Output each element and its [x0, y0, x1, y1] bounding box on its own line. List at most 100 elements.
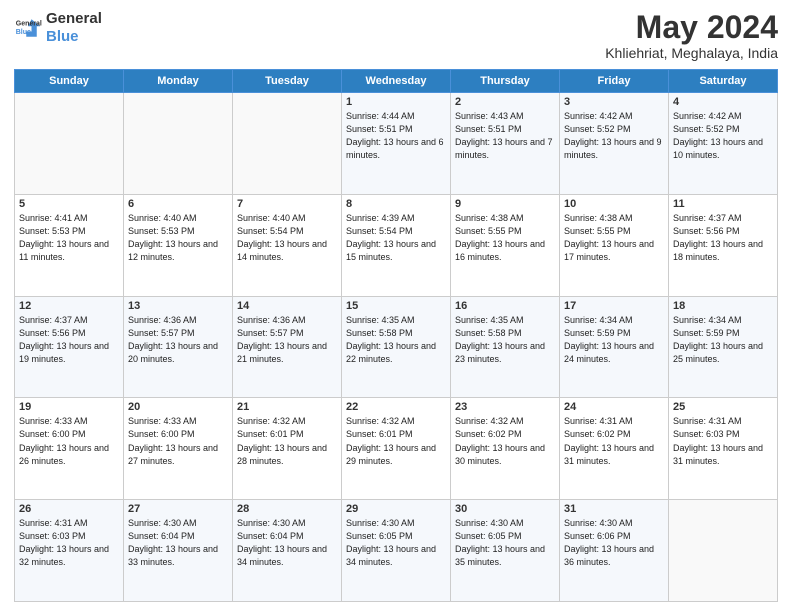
calendar-cell: 15 Sunrise: 4:35 AM Sunset: 5:58 PM Dayli…	[342, 296, 451, 398]
calendar-cell	[233, 93, 342, 195]
weekday-friday: Friday	[560, 70, 669, 93]
day-number: 5	[19, 198, 119, 210]
day-number: 2	[455, 96, 555, 108]
day-number: 15	[346, 300, 446, 312]
day-number: 12	[19, 300, 119, 312]
day-info: Sunrise: 4:30 AM Sunset: 6:06 PM Dayligh…	[564, 517, 664, 569]
title-block: May 2024 Khliehriat, Meghalaya, India	[605, 10, 778, 61]
day-info: Sunrise: 4:40 AM Sunset: 5:54 PM Dayligh…	[237, 212, 337, 264]
svg-text:General: General	[16, 20, 42, 27]
main-title: May 2024	[605, 10, 778, 45]
calendar-cell: 28 Sunrise: 4:30 AM Sunset: 6:04 PM Dayli…	[233, 500, 342, 602]
calendar-week-4: 26Sunrise: 4:31 AM Sunset: 6:03 PM Dayli…	[15, 500, 778, 602]
day-info: Sunrise: 4:37 AM Sunset: 5:56 PM Dayligh…	[673, 212, 773, 264]
calendar-cell: 11Sunrise: 4:37 AM Sunset: 5:56 PM Dayli…	[669, 194, 778, 296]
weekday-sunday: Sunday	[15, 70, 124, 93]
weekday-thursday: Thursday	[451, 70, 560, 93]
calendar-cell	[15, 93, 124, 195]
day-number: 3	[564, 96, 664, 108]
calendar-cell: 1Sunrise: 4:44 AM Sunset: 5:51 PM Daylig…	[342, 93, 451, 195]
calendar-cell: 10 Sunrise: 4:38 AM Sunset: 5:55 PM Dayli…	[560, 194, 669, 296]
day-info: Sunrise: 4:33 AM Sunset: 6:00 PM Dayligh…	[19, 415, 119, 467]
day-number: 24	[564, 401, 664, 413]
day-number: 30	[455, 503, 555, 515]
day-info: Sunrise: 4:39 AM Sunset: 5:54 PM Dayligh…	[346, 212, 446, 264]
calendar-body: 1Sunrise: 4:44 AM Sunset: 5:51 PM Daylig…	[15, 93, 778, 602]
day-number: 28	[237, 503, 337, 515]
day-number: 13	[128, 300, 228, 312]
day-number: 6	[128, 198, 228, 210]
day-info: Sunrise: 4:35 AM Sunset: 5:58 PM Dayligh…	[455, 314, 555, 366]
calendar-cell: 13 Sunrise: 4:36 AM Sunset: 5:57 PM Dayli…	[124, 296, 233, 398]
day-info: Sunrise: 4:30 AM Sunset: 6:04 PM Dayligh…	[237, 517, 337, 569]
day-info: Sunrise: 4:41 AM Sunset: 5:53 PM Dayligh…	[19, 212, 119, 264]
weekday-header-row: SundayMondayTuesdayWednesdayThursdayFrid…	[15, 70, 778, 93]
calendar-cell: 3 Sunrise: 4:42 AM Sunset: 5:52 PM Daylig…	[560, 93, 669, 195]
day-info: Sunrise: 4:40 AM Sunset: 5:53 PM Dayligh…	[128, 212, 228, 264]
day-number: 31	[564, 503, 664, 515]
day-info: Sunrise: 4:34 AM Sunset: 5:59 PM Dayligh…	[564, 314, 664, 366]
calendar-cell: 30Sunrise: 4:30 AM Sunset: 6:05 PM Dayli…	[451, 500, 560, 602]
day-number: 27	[128, 503, 228, 515]
calendar-cell: 9Sunrise: 4:38 AM Sunset: 5:55 PM Daylig…	[451, 194, 560, 296]
logo-line2: Blue	[46, 28, 79, 45]
day-number: 20	[128, 401, 228, 413]
calendar-cell: 12 Sunrise: 4:37 AM Sunset: 5:56 PM Dayli…	[15, 296, 124, 398]
calendar-cell: 4Sunrise: 4:42 AM Sunset: 5:52 PM Daylig…	[669, 93, 778, 195]
calendar-cell: 8 Sunrise: 4:39 AM Sunset: 5:54 PM Daylig…	[342, 194, 451, 296]
day-number: 22	[346, 401, 446, 413]
day-number: 18	[673, 300, 773, 312]
logo-line1: General	[46, 10, 102, 28]
calendar-table: SundayMondayTuesdayWednesdayThursdayFrid…	[14, 69, 778, 602]
calendar-week-1: 5 Sunrise: 4:41 AM Sunset: 5:53 PM Daylig…	[15, 194, 778, 296]
header: General Blue General Blue May 2024 Khlie…	[14, 10, 778, 61]
calendar-cell: 21 Sunrise: 4:32 AM Sunset: 6:01 PM Dayli…	[233, 398, 342, 500]
day-number: 8	[346, 198, 446, 210]
calendar-cell: 19 Sunrise: 4:33 AM Sunset: 6:00 PM Dayli…	[15, 398, 124, 500]
day-info: Sunrise: 4:38 AM Sunset: 5:55 PM Dayligh…	[564, 212, 664, 264]
day-info: Sunrise: 4:31 AM Sunset: 6:03 PM Dayligh…	[673, 415, 773, 467]
calendar-cell: 14 Sunrise: 4:36 AM Sunset: 5:57 PM Dayli…	[233, 296, 342, 398]
calendar-cell: 5 Sunrise: 4:41 AM Sunset: 5:53 PM Daylig…	[15, 194, 124, 296]
calendar-cell: 26Sunrise: 4:31 AM Sunset: 6:03 PM Dayli…	[15, 500, 124, 602]
day-info: Sunrise: 4:36 AM Sunset: 5:57 PM Dayligh…	[128, 314, 228, 366]
day-number: 23	[455, 401, 555, 413]
calendar-cell: 24 Sunrise: 4:31 AM Sunset: 6:02 PM Dayli…	[560, 398, 669, 500]
day-number: 10	[564, 198, 664, 210]
logo: General Blue General Blue	[14, 10, 102, 46]
day-info: Sunrise: 4:43 AM Sunset: 5:51 PM Dayligh…	[455, 110, 555, 162]
day-info: Sunrise: 4:35 AM Sunset: 5:58 PM Dayligh…	[346, 314, 446, 366]
calendar-week-0: 1Sunrise: 4:44 AM Sunset: 5:51 PM Daylig…	[15, 93, 778, 195]
day-number: 14	[237, 300, 337, 312]
weekday-tuesday: Tuesday	[233, 70, 342, 93]
day-info: Sunrise: 4:34 AM Sunset: 5:59 PM Dayligh…	[673, 314, 773, 366]
day-number: 19	[19, 401, 119, 413]
day-info: Sunrise: 4:30 AM Sunset: 6:04 PM Dayligh…	[128, 517, 228, 569]
day-info: Sunrise: 4:36 AM Sunset: 5:57 PM Dayligh…	[237, 314, 337, 366]
calendar-cell: 6 Sunrise: 4:40 AM Sunset: 5:53 PM Daylig…	[124, 194, 233, 296]
day-info: Sunrise: 4:37 AM Sunset: 5:56 PM Dayligh…	[19, 314, 119, 366]
day-info: Sunrise: 4:30 AM Sunset: 6:05 PM Dayligh…	[346, 517, 446, 569]
calendar-header: SundayMondayTuesdayWednesdayThursdayFrid…	[15, 70, 778, 93]
calendar-week-2: 12 Sunrise: 4:37 AM Sunset: 5:56 PM Dayli…	[15, 296, 778, 398]
weekday-monday: Monday	[124, 70, 233, 93]
day-info: Sunrise: 4:31 AM Sunset: 6:02 PM Dayligh…	[564, 415, 664, 467]
calendar-cell: 27 Sunrise: 4:30 AM Sunset: 6:04 PM Dayli…	[124, 500, 233, 602]
day-number: 9	[455, 198, 555, 210]
day-info: Sunrise: 4:32 AM Sunset: 6:02 PM Dayligh…	[455, 415, 555, 467]
calendar-cell	[124, 93, 233, 195]
day-number: 7	[237, 198, 337, 210]
calendar-cell: 16Sunrise: 4:35 AM Sunset: 5:58 PM Dayli…	[451, 296, 560, 398]
svg-text:Blue: Blue	[16, 29, 31, 36]
day-info: Sunrise: 4:32 AM Sunset: 6:01 PM Dayligh…	[346, 415, 446, 467]
day-number: 21	[237, 401, 337, 413]
calendar-cell: 23 Sunrise: 4:32 AM Sunset: 6:02 PM Dayli…	[451, 398, 560, 500]
subtitle: Khliehriat, Meghalaya, India	[605, 45, 778, 61]
logo-icon: General Blue	[14, 14, 42, 42]
day-number: 25	[673, 401, 773, 413]
page: General Blue General Blue May 2024 Khlie…	[0, 0, 792, 612]
day-info: Sunrise: 4:44 AM Sunset: 5:51 PM Dayligh…	[346, 110, 446, 162]
day-info: Sunrise: 4:42 AM Sunset: 5:52 PM Dayligh…	[564, 110, 664, 162]
day-info: Sunrise: 4:32 AM Sunset: 6:01 PM Dayligh…	[237, 415, 337, 467]
day-number: 17	[564, 300, 664, 312]
